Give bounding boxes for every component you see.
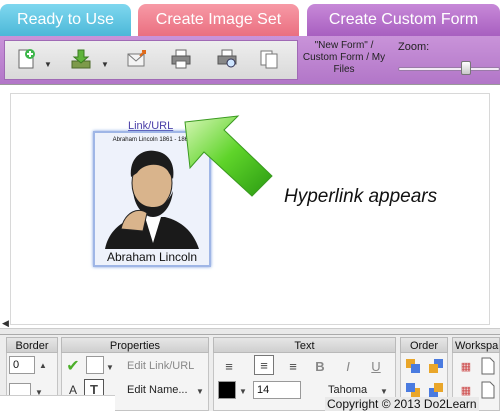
order-section-title: Order: [400, 337, 448, 353]
zoom-slider-thumb[interactable]: [461, 61, 471, 75]
workspace-section-title: Workspa: [452, 337, 500, 353]
edit-name-dropdown-icon[interactable]: ▼: [194, 381, 206, 401]
tab-create-image-set[interactable]: Create Image Set: [138, 4, 299, 36]
zoom-slider[interactable]: [398, 67, 500, 71]
italic-button[interactable]: I: [338, 356, 358, 376]
copyright-text: Copyright © 2013 Do2Learn: [325, 397, 479, 411]
fill-color-swatch[interactable]: [86, 356, 104, 374]
font-name-select[interactable]: Tahoma: [328, 384, 367, 396]
align-right-icon[interactable]: ≡: [283, 356, 303, 376]
zoom-label: Zoom:: [398, 41, 430, 53]
green-arrow-icon: [184, 115, 273, 197]
align-center-icon[interactable]: ≡: [254, 355, 274, 375]
annotation-text: Hyperlink appears: [284, 186, 438, 207]
app-window: Ready to Use Create Image Set Create Cus…: [0, 0, 500, 411]
font-size-input[interactable]: 14: [253, 381, 301, 399]
border-width-input[interactable]: 0: [9, 356, 35, 374]
text-color-dropdown-icon[interactable]: ▼: [237, 381, 249, 401]
checkmark-icon[interactable]: ✔: [63, 356, 83, 376]
save-button[interactable]: [70, 48, 92, 70]
grid-icon[interactable]: ▦: [456, 356, 476, 376]
print-button[interactable]: [170, 48, 192, 70]
edit-link-button[interactable]: Edit Link/URL: [127, 360, 194, 372]
text-color-swatch[interactable]: [218, 381, 236, 399]
text-section-title: Text: [213, 337, 396, 353]
edit-name-button[interactable]: Edit Name...: [127, 384, 188, 396]
page-layout-icon[interactable]: [478, 380, 498, 400]
underline-button[interactable]: U: [366, 356, 386, 376]
new-page-dropdown-icon[interactable]: ▼: [44, 60, 52, 69]
print-preview-button[interactable]: [216, 48, 238, 70]
copy-page-button[interactable]: [258, 48, 280, 70]
download-icon: [71, 49, 91, 69]
bring-forward-icon[interactable]: [403, 356, 423, 376]
print-preview-icon: [217, 49, 237, 68]
tab-ready-to-use[interactable]: Ready to Use: [0, 4, 131, 36]
email-icon: [127, 50, 146, 67]
page-icon[interactable]: [478, 356, 498, 376]
save-dropdown-icon[interactable]: ▼: [101, 60, 109, 69]
new-page-icon: [18, 49, 35, 69]
properties-section-title: Properties: [61, 337, 209, 353]
email-button[interactable]: [126, 48, 148, 70]
printer-icon: [171, 49, 191, 69]
new-page-button[interactable]: [15, 48, 37, 70]
status-area: [0, 395, 115, 411]
fill-color-dropdown-icon[interactable]: ▼: [104, 357, 116, 377]
bring-to-front-icon[interactable]: [426, 356, 446, 376]
copy-icon: [260, 50, 278, 69]
border-section-title: Border: [6, 337, 58, 353]
tab-create-custom-form[interactable]: Create Custom Form: [307, 4, 500, 36]
bold-button[interactable]: B: [310, 356, 330, 376]
image-caption: Abraham Lincoln: [106, 250, 198, 264]
form-info-label: "New Form" / Custom Form / My Files: [302, 40, 386, 75]
align-left-icon[interactable]: ≡: [219, 356, 239, 376]
border-spinner-icon[interactable]: ▲: [36, 356, 50, 374]
